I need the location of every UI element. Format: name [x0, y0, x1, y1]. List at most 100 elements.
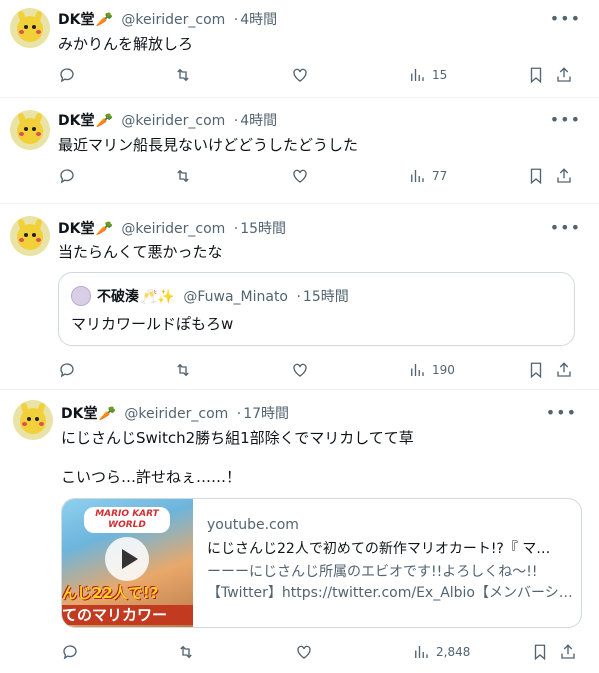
- retweet-button[interactable]: [174, 66, 192, 84]
- tweet[interactable]: DK堂🥕 @keirider_com · 4時間 ••• みかりんを解放しろ 15: [0, 0, 599, 98]
- like-button[interactable]: [295, 643, 313, 661]
- card-description-line1: ーーーにじさんじ所属のエビオです!!よろしくね〜!!: [207, 564, 538, 580]
- handle[interactable]: @keirider_com: [124, 406, 228, 422]
- views-count: 2,848: [436, 645, 471, 659]
- reply-button[interactable]: [58, 66, 76, 84]
- retweet-icon: [177, 363, 189, 377]
- retweet-icon: [180, 645, 192, 659]
- avatar[interactable]: [10, 110, 50, 150]
- timestamp[interactable]: 4時間: [240, 113, 277, 129]
- bookmark-icon: [530, 67, 542, 84]
- tweet-text: 最近マリン船長見ないけどどうしたどうした: [58, 136, 359, 154]
- reply-icon: [60, 169, 74, 184]
- more-dots-icon[interactable]: •••: [550, 218, 581, 237]
- separator-dot: ·: [296, 289, 301, 305]
- handle[interactable]: @keirider_com: [121, 221, 225, 237]
- bookmark-icon: [530, 362, 542, 379]
- quoted-display-name[interactable]: 不破湊: [97, 289, 139, 305]
- display-name[interactable]: DK堂: [58, 113, 94, 129]
- tweet-text: 当たらんくて悪かったな: [58, 243, 223, 261]
- display-name[interactable]: DK堂: [58, 12, 94, 28]
- views-button[interactable]: 15: [408, 66, 447, 84]
- mario-kart-logo: MARIO KART WORLD: [84, 507, 170, 533]
- reply-icon: [60, 68, 74, 83]
- more-dots-icon[interactable]: •••: [550, 9, 581, 28]
- views-chart-icon: [415, 646, 428, 658]
- video-thumbnail[interactable]: MARIO KART WORLD んじ22人で!? てのマリカワー: [62, 499, 193, 627]
- tweet[interactable]: DK堂🥕 @keirider_com · 17時間 ••• にじさんじSwitch…: [0, 390, 599, 673]
- heart-icon: [293, 68, 307, 82]
- bookmark-button[interactable]: [531, 643, 549, 661]
- display-name[interactable]: DK堂: [61, 406, 97, 422]
- bookmark-icon: [530, 168, 542, 185]
- views-button[interactable]: 77: [408, 167, 447, 185]
- play-icon[interactable]: [105, 537, 149, 581]
- tweet[interactable]: DK堂🥕 @keirider_com · 4時間 ••• 最近マリン船長見ないけど…: [0, 98, 599, 204]
- action-bar: 15: [58, 66, 587, 86]
- separator-dot: ·: [233, 221, 239, 237]
- reply-button[interactable]: [58, 361, 76, 379]
- quoted-avatar[interactable]: [71, 286, 91, 306]
- tweet-header: DK堂🥕 @keirider_com · 17時間: [61, 403, 289, 423]
- views-chart-icon: [411, 364, 424, 376]
- retweet-button[interactable]: [174, 361, 192, 379]
- like-button[interactable]: [291, 167, 309, 185]
- share-button[interactable]: [559, 643, 577, 661]
- reply-button[interactable]: [61, 643, 79, 661]
- tweet-header: DK堂🥕 @keirider_com · 4時間: [58, 9, 277, 29]
- card-body: youtube.com にじさんじ22人で初めての新作マリオカート!?『 マ… …: [207, 517, 573, 604]
- avatar[interactable]: [13, 400, 53, 440]
- share-icon: [557, 67, 571, 82]
- quoted-text: マリカワールドぽもろw: [71, 315, 234, 333]
- bookmark-button[interactable]: [527, 66, 545, 84]
- heart-icon: [293, 363, 307, 377]
- share-icon: [557, 168, 571, 183]
- timestamp[interactable]: 17時間: [243, 406, 289, 422]
- views-count: 77: [432, 169, 448, 183]
- separator-dot: ·: [233, 113, 239, 129]
- heart-icon: [293, 169, 307, 183]
- tweet-header: DK堂🥕 @keirider_com · 4時間: [58, 110, 277, 130]
- share-button[interactable]: [555, 361, 573, 379]
- handle[interactable]: @keirider_com: [121, 113, 225, 129]
- card-title: にじさんじ22人で初めての新作マリオカート!?『 マ…: [207, 541, 551, 557]
- more-dots-icon[interactable]: •••: [546, 403, 577, 422]
- bookmark-icon: [534, 644, 546, 661]
- views-chart-icon: [411, 69, 424, 81]
- thumbnail-caption-2: てのマリカワー: [62, 605, 193, 625]
- share-button[interactable]: [555, 167, 573, 185]
- bookmark-button[interactable]: [527, 167, 545, 185]
- avatar[interactable]: [10, 8, 50, 48]
- avatar[interactable]: [10, 216, 50, 256]
- bookmark-button[interactable]: [527, 361, 545, 379]
- retweet-button[interactable]: [177, 643, 195, 661]
- timestamp[interactable]: 4時間: [240, 12, 277, 28]
- quoted-handle[interactable]: @Fuwa_Minato: [183, 289, 288, 305]
- card-description-line2: 【Twitter】https://twitter.com/Ex_Albio【メン…: [207, 585, 573, 601]
- card-domain: youtube.com: [207, 517, 299, 533]
- like-button[interactable]: [291, 361, 309, 379]
- retweet-icon: [177, 68, 189, 82]
- tweet[interactable]: DK堂🥕 @keirider_com · 15時間 ••• 当たらんくて悪かったな…: [0, 204, 599, 390]
- heart-icon: [297, 645, 311, 659]
- link-card[interactable]: MARIO KART WORLD んじ22人で!? てのマリカワー youtub…: [61, 498, 582, 628]
- views-button[interactable]: 2,848: [412, 643, 470, 661]
- share-icon: [561, 644, 575, 659]
- reply-button[interactable]: [58, 167, 76, 185]
- views-count: 190: [432, 363, 455, 377]
- retweet-button[interactable]: [174, 167, 192, 185]
- reply-icon: [63, 645, 77, 660]
- quoted-header: 不破湊🥂✨ @Fuwa_Minato · 15時間: [97, 286, 349, 306]
- quoted-timestamp[interactable]: 15時間: [303, 289, 349, 305]
- tweet-text-line1: にじさんじSwitch2勝ち組1部除くでマリカしてて草: [61, 429, 414, 447]
- more-dots-icon[interactable]: •••: [550, 110, 581, 129]
- display-name[interactable]: DK堂: [58, 221, 94, 237]
- handle[interactable]: @keirider_com: [121, 12, 225, 28]
- sparkle-icon: 🥂✨: [140, 289, 175, 305]
- tweet-text: みかりんを解放しろ: [58, 35, 194, 53]
- like-button[interactable]: [291, 66, 309, 84]
- timestamp[interactable]: 15時間: [240, 221, 286, 237]
- views-button[interactable]: 190: [408, 361, 455, 379]
- quoted-tweet[interactable]: 不破湊🥂✨ @Fuwa_Minato · 15時間 マリカワールドぽもろw: [58, 272, 575, 346]
- share-button[interactable]: [555, 66, 573, 84]
